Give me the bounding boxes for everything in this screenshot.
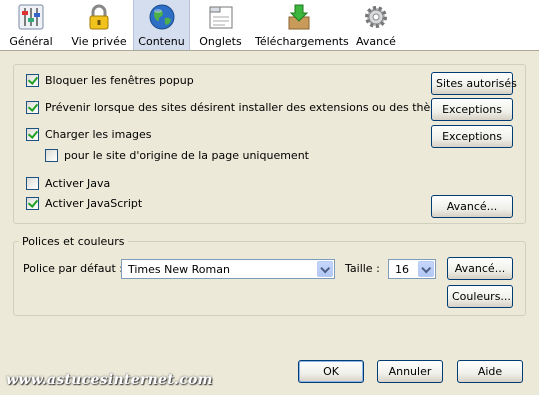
- tab-privacy-label: Vie privée: [71, 35, 127, 48]
- enable-js-label: Activer JavaScript: [45, 197, 143, 210]
- ok-button[interactable]: OK: [298, 360, 364, 383]
- addon-exceptions-button[interactable]: Exceptions: [431, 98, 513, 121]
- fonts-advanced-button[interactable]: Avancé...: [447, 257, 513, 280]
- allowed-sites-button[interactable]: Sites autorisés: [431, 72, 517, 95]
- chevron-down-icon[interactable]: [317, 261, 333, 277]
- tab-general[interactable]: Général: [8, 0, 54, 50]
- font-size-label: Taille :: [345, 262, 380, 275]
- globe-icon: [149, 4, 174, 30]
- default-font-value: Times New Roman: [128, 263, 230, 276]
- font-size-select[interactable]: 16: [388, 259, 436, 279]
- tab-general-label: Général: [9, 35, 53, 48]
- default-font-select[interactable]: Times New Roman: [121, 259, 335, 279]
- gear-icon: [365, 6, 387, 28]
- fonts-colors-legend: Polices et couleurs: [19, 235, 128, 248]
- tab-content-label: Contenu: [138, 35, 185, 48]
- watermark-text: www.astucesinternet.com: [6, 372, 213, 388]
- warn-addons-check[interactable]: [26, 101, 39, 114]
- sliders-icon: [18, 4, 44, 30]
- tab-downloads-label: Téléchargements: [255, 35, 349, 48]
- cancel-button[interactable]: Annuler: [377, 360, 443, 383]
- enable-java-check[interactable]: [26, 177, 39, 190]
- block-popups-label: Bloquer les fenêtres popup: [45, 74, 194, 87]
- image-exceptions-button[interactable]: Exceptions: [431, 125, 513, 148]
- origin-only-label: pour le site d'origine de la page unique…: [64, 149, 309, 162]
- tab-downloads[interactable]: Téléchargements: [255, 0, 349, 50]
- tab-content[interactable]: Contenu: [133, 0, 190, 50]
- warn-addons-label: Prévenir lorsque des sites désirent inst…: [45, 101, 454, 114]
- origin-only-check[interactable]: [45, 149, 58, 162]
- enable-java-label: Activer Java: [45, 177, 111, 190]
- chevron-down-icon[interactable]: [418, 261, 434, 277]
- preferences-toolbar: Général Vie privée Contenu Onglets Téléc…: [0, 0, 539, 51]
- tab-tabs[interactable]: Onglets: [198, 0, 243, 50]
- load-images-check[interactable]: [26, 128, 39, 141]
- tabs-window-icon: [209, 6, 232, 29]
- help-button[interactable]: Aide: [457, 360, 523, 383]
- enable-js-check[interactable]: [26, 197, 39, 210]
- colors-button[interactable]: Couleurs...: [447, 285, 513, 308]
- block-popups-check[interactable]: [26, 74, 39, 87]
- padlock-icon: [89, 4, 109, 30]
- default-font-label: Police par défaut :: [23, 262, 123, 275]
- tab-advanced[interactable]: Avancé: [355, 0, 397, 50]
- tab-privacy[interactable]: Vie privée: [70, 0, 128, 50]
- download-box-icon: [288, 4, 310, 30]
- load-images-label: Charger les images: [45, 128, 152, 141]
- font-size-value: 16: [395, 263, 409, 276]
- tab-tabs-label: Onglets: [199, 35, 242, 48]
- tab-advanced-label: Avancé: [356, 35, 396, 48]
- javascript-advanced-button[interactable]: Avancé...: [431, 195, 513, 218]
